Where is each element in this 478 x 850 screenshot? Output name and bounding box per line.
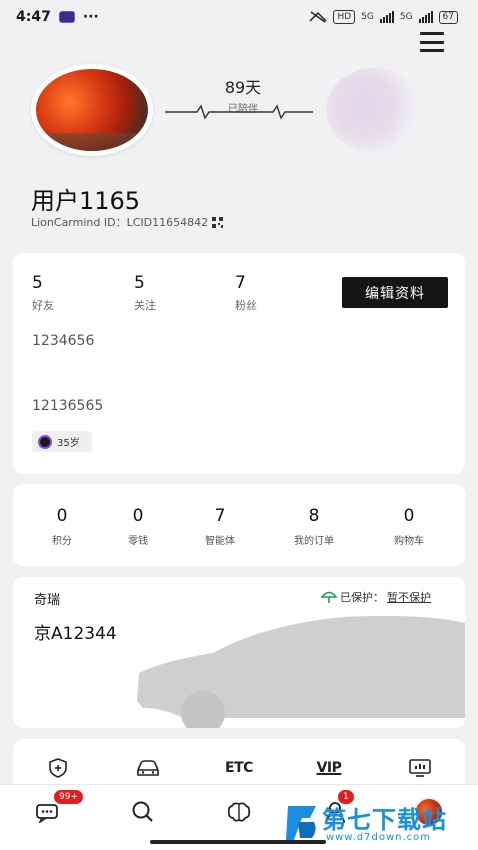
tab-search[interactable]	[128, 799, 158, 825]
watermark-url: www.d7down.com	[326, 832, 432, 843]
monitor-chart-icon[interactable]	[406, 757, 434, 779]
watermark-logo-icon	[286, 806, 316, 840]
watermark-title: 第七下载站	[322, 806, 447, 834]
avatar[interactable]	[31, 64, 153, 156]
stat-value: 5	[32, 273, 43, 293]
stat-cart[interactable]: 0 购物车	[364, 506, 454, 547]
stat-label: 关注	[134, 299, 156, 312]
brain-avatar-image[interactable]	[326, 68, 422, 152]
stat-label: 我的订单	[294, 536, 334, 547]
stat-change[interactable]: 0 零钱	[93, 506, 183, 547]
hd-icon: HD	[333, 10, 356, 24]
vip-label: VIP	[316, 760, 342, 776]
car-brand: 奇瑞	[34, 593, 61, 608]
stat-value: 7	[214, 506, 226, 526]
battery-icon: 67	[438, 10, 458, 24]
wallet-stats-card: 0 积分 0 零钱 7 智能体 8 我的订单 0 购物车	[13, 484, 465, 566]
app-notification-icon	[58, 11, 75, 23]
license-plate: 京A12344	[34, 624, 117, 644]
stat-value: 8	[308, 506, 320, 526]
stat-followers[interactable]: 7 粉丝	[235, 273, 295, 313]
edit-profile-button[interactable]: 编辑资料	[342, 277, 448, 308]
stat-following[interactable]: 5 关注	[134, 273, 194, 313]
chat-icon	[36, 804, 58, 823]
vehicle-card[interactable]: 奇瑞 京A12344 已保护： 暂不保护	[13, 577, 465, 728]
etc-label: ETC	[225, 760, 253, 776]
search-icon	[132, 801, 153, 822]
stat-friends[interactable]: 5 好友	[32, 273, 92, 313]
brain-icon	[227, 802, 251, 822]
user-id: LionCarmind ID：LCID11654842	[31, 214, 224, 230]
status-time: 4:47	[16, 9, 51, 25]
etc-icon[interactable]: ETC	[225, 757, 253, 779]
network-5g-2: 5G	[399, 12, 413, 22]
stat-value: 0	[403, 506, 415, 526]
protection-status: 已保护： 暂不保护	[321, 589, 431, 605]
messages-badge: 99+	[54, 790, 83, 804]
watermark: 第七下载站 www.d7down.com	[284, 798, 474, 850]
stat-value: 7	[235, 273, 246, 293]
protect-status-text: 已保护：	[340, 591, 384, 604]
age-tag: 35岁	[32, 431, 92, 452]
days-count: 89天	[224, 78, 262, 97]
heartbeat-line-icon	[165, 104, 313, 120]
no-signal-icon	[309, 11, 327, 23]
stat-agents[interactable]: 7 智能体	[175, 506, 265, 547]
no-protect-link[interactable]: 暂不保护	[387, 589, 431, 605]
shield-plus-icon[interactable]	[44, 757, 72, 779]
social-stats-card: 5 好友 5 关注 7 粉丝 编辑资料 1234656 12136565 35岁	[13, 253, 465, 474]
qr-code-icon[interactable]	[212, 216, 224, 228]
age-text: 35岁	[57, 438, 80, 449]
signal-bars-icon	[379, 11, 394, 23]
umbrella-icon	[321, 591, 337, 603]
gender-icon	[38, 434, 52, 449]
network-5g-1: 5G	[361, 12, 374, 22]
stat-label: 好友	[32, 299, 54, 312]
menu-icon[interactable]	[420, 32, 444, 52]
stat-label: 智能体	[205, 536, 235, 547]
username: 用户1165	[31, 187, 141, 215]
stat-label: 购物车	[394, 536, 424, 547]
car-silhouette-image	[137, 615, 465, 728]
status-bar: 4:47 ··· HD 5G 5G 67	[0, 0, 478, 34]
stat-label: 零钱	[128, 536, 148, 547]
vip-icon[interactable]: VIP	[315, 757, 343, 779]
tab-ai[interactable]	[224, 799, 254, 825]
stat-orders[interactable]: 8 我的订单	[269, 506, 359, 547]
status-more: ···	[82, 9, 99, 25]
tab-messages[interactable]: 99+	[33, 790, 83, 825]
stat-label: 粉丝	[235, 299, 257, 312]
stat-value: 5	[134, 273, 145, 293]
user-id-text: LionCarmind ID：LCID11654842	[31, 216, 209, 229]
car-front-icon[interactable]	[134, 757, 162, 779]
bio-line-2: 12136565	[32, 398, 104, 414]
stat-value: 0	[132, 506, 144, 526]
bio-line-1: 1234656	[32, 333, 95, 349]
signal-bars-icon-2	[418, 11, 433, 23]
